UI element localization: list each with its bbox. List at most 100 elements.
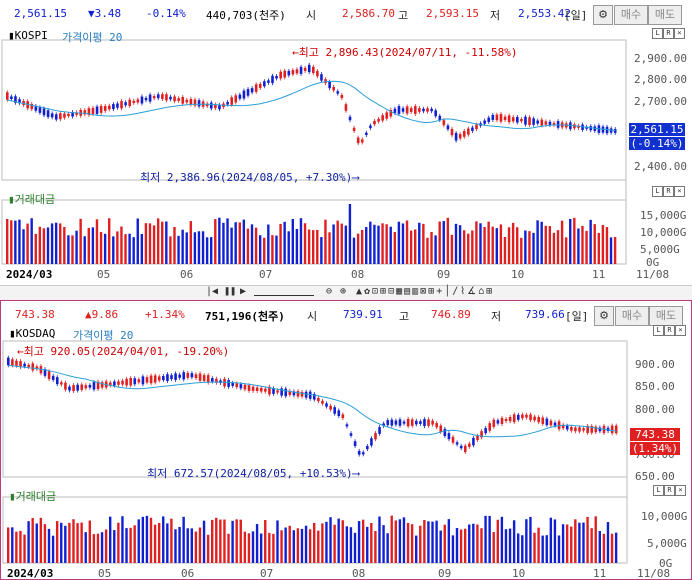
pause-icon[interactable]: ❚❚: [224, 286, 236, 297]
candle: [386, 420, 390, 426]
zoom-slider[interactable]: [254, 286, 314, 296]
volume-bar: [394, 520, 397, 563]
kospi-ytick: 2,800.00: [634, 73, 687, 86]
kospi-xtick: 10: [511, 268, 525, 281]
volume-bar: [31, 518, 34, 563]
first-icon[interactable]: |◀: [206, 286, 218, 297]
scale-l-icon[interactable]: L: [652, 186, 663, 197]
candle: [483, 120, 486, 124]
candle: [410, 419, 414, 426]
volume-bar: [613, 236, 617, 264]
volume-bar: [316, 229, 319, 264]
volume-bar: [231, 520, 234, 563]
candle: [488, 423, 492, 431]
volume-bar: [377, 225, 380, 264]
candle: [112, 104, 115, 110]
zoom-in-icon[interactable]: ⊕: [340, 286, 346, 297]
candle: [463, 445, 467, 453]
volume-bar: [205, 237, 209, 264]
close-icon[interactable]: ×: [675, 325, 686, 336]
volume-bar: [370, 522, 373, 563]
candle: [570, 426, 573, 431]
volume-bar: [250, 224, 254, 264]
scale-l-icon[interactable]: L: [652, 28, 663, 39]
candle: [31, 363, 35, 371]
candle: [517, 414, 520, 420]
volume-bar: [263, 237, 266, 264]
candle: [11, 359, 14, 366]
candle: [610, 425, 614, 434]
volume-bar: [308, 529, 312, 563]
candle: [250, 88, 254, 93]
volume-bar: [593, 224, 596, 264]
volume-bar: [402, 517, 406, 563]
candle: [242, 90, 246, 99]
candle: [264, 388, 267, 392]
candle: [503, 116, 507, 120]
close-icon[interactable]: ×: [674, 186, 685, 197]
play-icon[interactable]: ▶: [240, 286, 246, 297]
volume-bar: [39, 517, 43, 563]
candle: [492, 419, 496, 427]
volume-bar: [136, 218, 139, 264]
scale-r-icon[interactable]: R: [663, 28, 674, 39]
candle: [226, 101, 229, 105]
scale-r-icon[interactable]: R: [663, 186, 674, 197]
volume-bar: [385, 224, 388, 264]
volume-bar: [365, 227, 368, 264]
drawing-tools[interactable]: ▲✿⊡⊞⊟▦▤▥⊠⊞+│∕⌇∡⌂⊞: [356, 286, 494, 297]
volume-bar: [560, 220, 564, 264]
volume-bar: [503, 236, 507, 264]
candle: [476, 435, 479, 441]
candle: [500, 417, 504, 424]
volume-bar: [304, 525, 308, 563]
volume-bar: [480, 528, 483, 563]
candle: [174, 373, 177, 380]
volume-bar: [272, 533, 275, 563]
volume-bar: [516, 227, 519, 264]
volume-bar: [406, 522, 410, 563]
candle: [574, 427, 577, 432]
volume-bar: [369, 221, 372, 264]
candle: [255, 387, 259, 391]
kosdaq-ytick: 900.00: [635, 358, 675, 371]
close-icon[interactable]: ×: [675, 485, 686, 496]
kospi-xtick: 2024/03: [6, 268, 53, 281]
candle: [173, 96, 176, 102]
candle: [67, 113, 70, 117]
candle: [284, 388, 288, 397]
volume-bar: [153, 524, 157, 563]
candle: [414, 106, 417, 114]
candle: [454, 132, 458, 141]
volume-bar: [525, 519, 528, 563]
zoom-out-icon[interactable]: ⊖: [326, 286, 332, 297]
candle: [320, 74, 323, 81]
candle: [59, 113, 62, 120]
candle: [64, 382, 67, 390]
volume-bar: [548, 226, 552, 264]
candle: [418, 108, 421, 112]
volume-bar: [409, 230, 413, 264]
volume-bar: [157, 523, 161, 563]
volume-bar: [573, 217, 576, 264]
close-icon[interactable]: ×: [674, 28, 685, 39]
volume-bar: [35, 523, 38, 563]
scale-r-icon[interactable]: R: [664, 485, 675, 496]
volume-bar: [382, 525, 385, 563]
volume-bar: [549, 517, 553, 563]
scale-r-icon[interactable]: R: [664, 325, 675, 336]
candle: [197, 100, 201, 107]
scale-l-icon[interactable]: L: [653, 485, 664, 496]
candle: [406, 418, 410, 427]
volume-bar: [373, 224, 376, 264]
volume-bar: [71, 235, 74, 264]
volume-bar: [259, 533, 263, 563]
volume-bar: [113, 530, 116, 563]
candle: [157, 376, 161, 381]
scale-l-icon[interactable]: L: [653, 325, 664, 336]
candle: [258, 83, 262, 88]
candle: [401, 108, 405, 112]
volume-bar: [202, 520, 206, 563]
candle: [352, 127, 356, 131]
volume-bar: [206, 534, 210, 563]
